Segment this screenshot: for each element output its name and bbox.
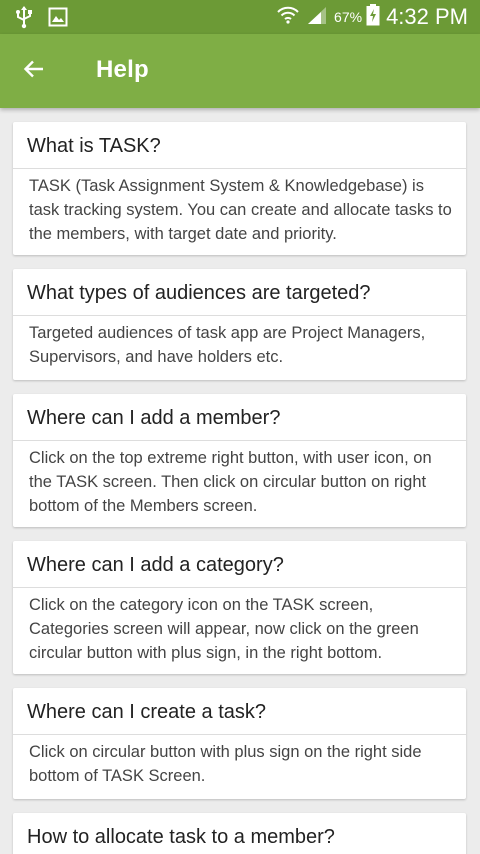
faq-divider — [13, 315, 466, 316]
signal-icon — [306, 5, 328, 30]
faq-question: What is TASK? — [27, 135, 161, 157]
faq-question: How to allocate task to a member? — [27, 826, 335, 848]
arrow-left-icon — [22, 57, 46, 86]
faq-divider — [13, 587, 466, 588]
status-time: 4:32 PM — [386, 4, 468, 29]
status-notification-icons — [14, 5, 68, 34]
faq-answer: Click on the category icon on the TASK s… — [29, 596, 419, 662]
page-title: Help — [96, 56, 149, 83]
faq-answer: TASK (Task Assignment System & Knowledge… — [29, 177, 452, 243]
faq-divider — [13, 734, 466, 735]
faq-card-audiences: What types of audiences are targeted? Ta… — [13, 269, 466, 380]
faq-answer: Click on circular button with plus sign … — [29, 743, 422, 785]
battery-charging-icon — [366, 3, 380, 31]
faq-answer: Click on the top extreme right button, w… — [29, 449, 432, 515]
faq-card-add-member: Where can I add a member? Click on the t… — [13, 394, 466, 527]
status-bar: 67% 4:32 PM — [0, 0, 480, 34]
faq-card-allocate-task: How to allocate task to a member? — [13, 813, 466, 854]
faq-question: Where can I add a member? — [27, 407, 281, 429]
faq-card-create-task: Where can I create a task? Click on circ… — [13, 688, 466, 799]
faq-divider — [13, 440, 466, 441]
faq-card-what-is-task: What is TASK? TASK (Task Assignment Syst… — [13, 122, 466, 255]
app-bar: Help — [0, 34, 480, 108]
wifi-icon — [276, 3, 300, 32]
faq-question: What types of audiences are targeted? — [27, 282, 371, 304]
screenshot-icon — [48, 6, 68, 33]
faq-question: Where can I create a task? — [27, 701, 267, 723]
faq-list[interactable]: What is TASK? TASK (Task Assignment Syst… — [0, 108, 480, 854]
faq-divider — [13, 168, 466, 169]
faq-answer: Targeted audiences of task app are Proje… — [29, 324, 426, 366]
battery-percent: 67% — [334, 9, 363, 25]
back-button[interactable] — [14, 51, 54, 91]
faq-question: Where can I add a category? — [27, 554, 284, 576]
status-system-icons: 67% 4:32 PM — [276, 0, 468, 34]
usb-icon — [14, 5, 34, 34]
faq-card-add-category: Where can I add a category? Click on the… — [13, 541, 466, 674]
